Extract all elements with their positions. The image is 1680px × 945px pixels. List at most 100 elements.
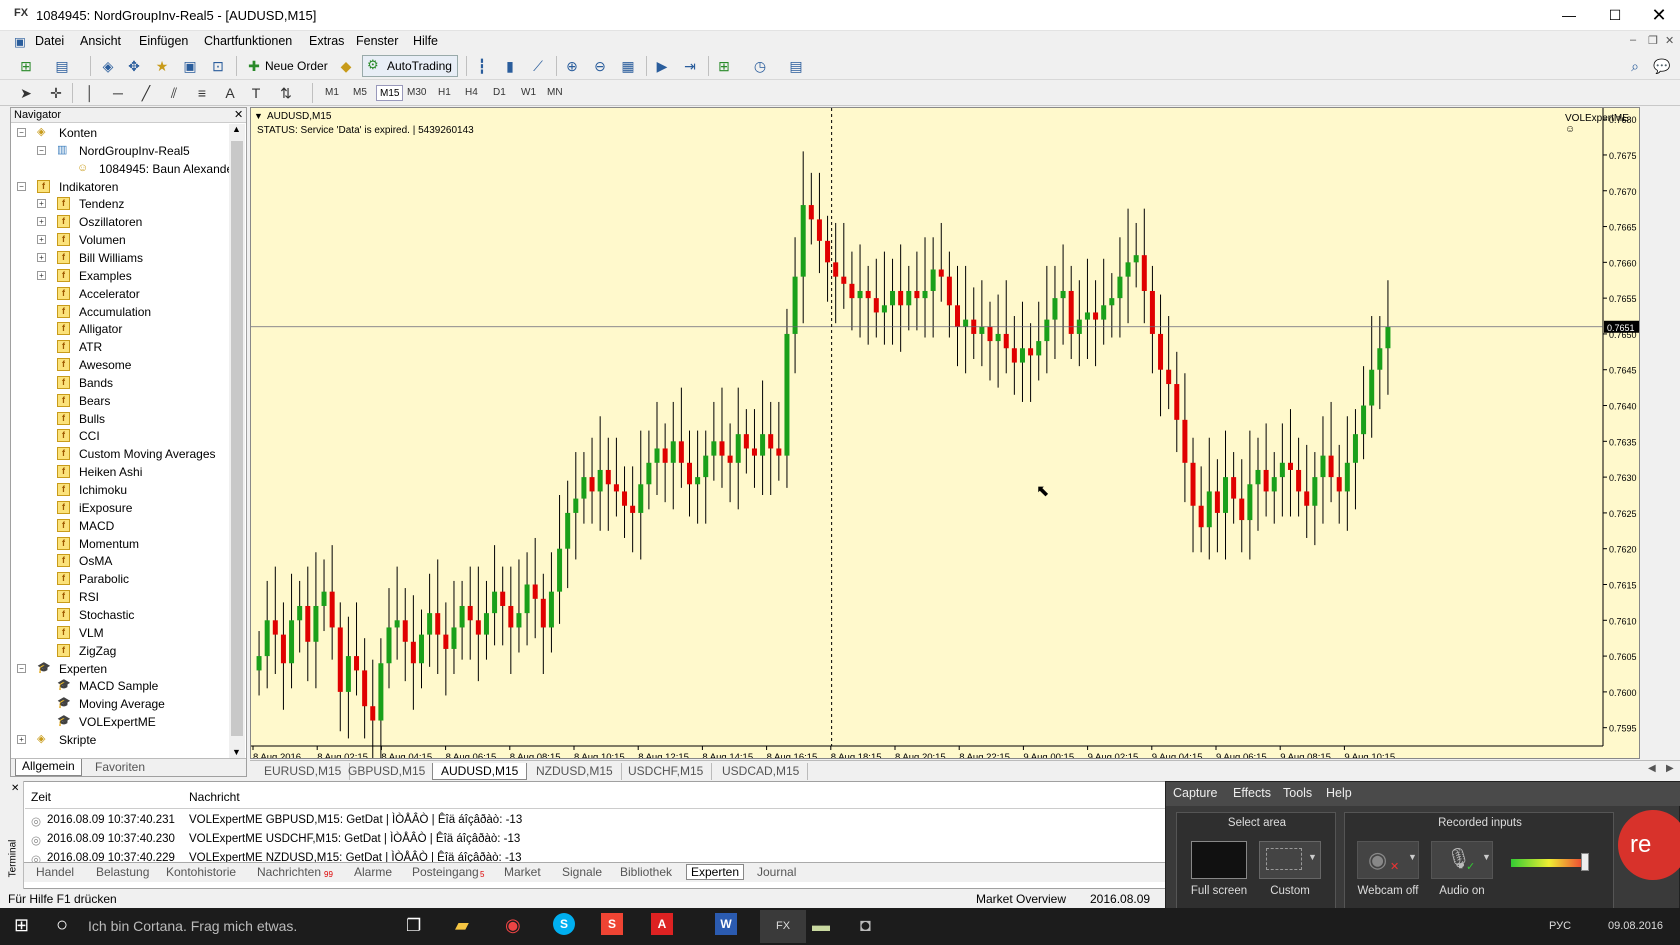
notes-icon[interactable]: ▬: [812, 915, 830, 936]
file-explorer-icon[interactable]: ▰: [455, 915, 469, 936]
cortana-search[interactable]: Ich bin Cortana. Frag mich etwas.: [88, 918, 297, 934]
tab-market[interactable]: Market: [504, 865, 541, 879]
tree-indicator-5[interactable]: f Bands: [11, 374, 229, 392]
zoom-in-icon[interactable]: ⊕: [562, 56, 582, 76]
tree-expander-icon[interactable]: −: [17, 663, 26, 673]
autotrading-button[interactable]: ⚙ AutoTrading: [362, 55, 458, 77]
tree-indicator-8[interactable]: f CCI: [11, 427, 229, 445]
col-zeit[interactable]: Zeit: [31, 790, 51, 804]
tf-d1[interactable]: D1: [490, 85, 509, 101]
channel-icon[interactable]: ⫽: [164, 83, 184, 103]
tree-expander-icon[interactable]: +: [17, 734, 26, 744]
tree-folder-0[interactable]: + f Tendenz: [11, 195, 229, 213]
metaeditor-icon[interactable]: ◆: [336, 56, 356, 76]
tree-indicator-6[interactable]: f Bears: [11, 392, 229, 410]
tree-indikatoren[interactable]: − f Indikatoren: [11, 178, 229, 196]
bar-chart-icon[interactable]: ┇: [472, 56, 492, 76]
custom-label[interactable]: Custom: [1259, 885, 1321, 897]
custom-area-icon[interactable]: ▼: [1259, 841, 1321, 879]
tree-folder-4[interactable]: + f Examples: [11, 267, 229, 285]
tree-expander-icon[interactable]: +: [37, 235, 46, 245]
tab-journal[interactable]: Journal: [757, 865, 796, 879]
tree-expander-icon[interactable]: +: [37, 270, 46, 280]
tree-account[interactable]: ☺ 1084945: Baun Alexande: [11, 160, 233, 178]
search-icon[interactable]: ⌕: [1625, 56, 1645, 76]
vertical-line-icon[interactable]: │: [80, 83, 100, 103]
tab-usdchf[interactable]: USDCHF,M15: [620, 763, 713, 780]
tabs-left-icon[interactable]: ◀: [1648, 763, 1656, 774]
menu-ansicht[interactable]: Ansicht: [80, 34, 121, 48]
tab-usdcad[interactable]: USDCAD,M15: [714, 763, 809, 780]
tree-indicator-18[interactable]: f Stochastic: [11, 606, 229, 624]
tree-konten[interactable]: − ◈ Konten: [11, 124, 229, 142]
indicators-icon[interactable]: ⊞: [714, 56, 734, 76]
tabs-right-icon[interactable]: ▶: [1666, 763, 1674, 774]
tree-expander-icon[interactable]: +: [37, 252, 46, 262]
cortana-icon[interactable]: ○: [56, 914, 68, 937]
new-order-button[interactable]: Neue Order: [265, 55, 328, 77]
terminal-icon[interactable]: ▣: [180, 56, 200, 76]
trendline-icon[interactable]: ╱: [136, 83, 156, 103]
scroll-down-icon[interactable]: ▼: [232, 747, 241, 757]
mdi-close-icon[interactable]: ✕: [1665, 34, 1674, 47]
new-order-icon[interactable]: ✚: [244, 56, 264, 76]
tab-gbpusd[interactable]: GBPUSD,M15: [340, 763, 435, 780]
cursor-icon[interactable]: ➤: [16, 83, 36, 103]
tree-folder-1[interactable]: + f Oszillatoren: [11, 213, 229, 231]
menu-extras[interactable]: Extras: [309, 34, 344, 48]
tree-indicator-14[interactable]: f Momentum: [11, 535, 229, 553]
chart-canvas[interactable]: 0.76510.76800.76750.76700.76650.76600.76…: [251, 108, 1640, 759]
tab-nzdusd[interactable]: NZDUSD,M15: [528, 763, 622, 780]
periods-icon[interactable]: ◷: [750, 56, 770, 76]
chart-shift-icon[interactable]: ⇥: [680, 56, 700, 76]
tab-belastung[interactable]: Belastung: [96, 865, 149, 879]
record-button[interactable]: re: [1618, 810, 1680, 880]
tree-indicator-9[interactable]: f Custom Moving Averages: [11, 445, 229, 463]
recorder-icon[interactable]: ◘: [860, 915, 871, 936]
tree-indicator-13[interactable]: f MACD: [11, 517, 229, 535]
auto-scroll-icon[interactable]: ▶: [652, 56, 672, 76]
webcam-icon[interactable]: ◉ ✕ ▼: [1357, 841, 1419, 879]
tab-kontohistorie[interactable]: Kontohistorie: [166, 865, 236, 879]
navigator-scrollbar[interactable]: ▲ ▼: [229, 124, 245, 761]
capture-menu-capture[interactable]: Capture: [1173, 786, 1217, 800]
tree-indicator-2[interactable]: f Alligator: [11, 320, 229, 338]
menu-hilfe[interactable]: Hilfe: [413, 34, 438, 48]
tab-posteingang[interactable]: Posteingang: [412, 865, 479, 879]
menu-fenster[interactable]: Fenster: [356, 34, 398, 48]
tab-audusd[interactable]: AUDUSD,M15: [432, 763, 528, 780]
tab-signale[interactable]: Signale: [562, 865, 602, 879]
tf-w1[interactable]: W1: [518, 85, 539, 101]
minimize-icon[interactable]: —: [1546, 0, 1592, 31]
strategy-tester-icon[interactable]: ⊡: [208, 56, 228, 76]
tab-nachrichten[interactable]: Nachrichten: [257, 865, 321, 879]
chat-icon[interactable]: 💬: [1652, 56, 1672, 76]
tab-allgemein[interactable]: Allgemein: [15, 759, 82, 776]
tile-windows-icon[interactable]: ▦: [618, 56, 638, 76]
tree-expert-2[interactable]: 🎓 VOLExpertME: [11, 713, 229, 731]
tree-experten[interactable]: − 🎓 Experten: [11, 660, 229, 678]
acrobat-icon[interactable]: A: [651, 913, 673, 935]
tf-h4[interactable]: H4: [462, 85, 481, 101]
tree-expander-icon[interactable]: +: [37, 199, 46, 209]
new-chart-icon[interactable]: ⊞: [16, 56, 36, 76]
menu-einfuegen[interactable]: Einfügen: [139, 34, 188, 48]
tree-indicator-20[interactable]: f ZigZag: [11, 642, 229, 660]
tree-expander-icon[interactable]: −: [17, 128, 26, 137]
word-icon[interactable]: W: [715, 913, 737, 935]
menu-datei[interactable]: Datei: [35, 34, 64, 48]
tree-expander-icon[interactable]: −: [37, 145, 46, 155]
tree-expert-1[interactable]: 🎓 Moving Average: [11, 695, 229, 713]
task-view-icon[interactable]: ❐: [406, 916, 421, 936]
microphone-icon[interactable]: 🎙 ✓ ▼: [1431, 841, 1493, 879]
text-icon[interactable]: A: [220, 83, 240, 103]
app-s-icon[interactable]: S: [601, 913, 623, 935]
mdi-restore-icon[interactable]: ❐: [1648, 34, 1658, 47]
tab-handel[interactable]: Handel: [36, 865, 74, 879]
capture-menu-help[interactable]: Help: [1326, 786, 1352, 800]
terminal-close-icon[interactable]: ✕: [11, 783, 19, 794]
tree-indicator-4[interactable]: f Awesome: [11, 356, 229, 374]
tree-expert-0[interactable]: 🎓 MACD Sample: [11, 677, 229, 695]
webcam-label[interactable]: Webcam off: [1351, 885, 1425, 897]
full-screen-label[interactable]: Full screen: [1183, 885, 1255, 897]
